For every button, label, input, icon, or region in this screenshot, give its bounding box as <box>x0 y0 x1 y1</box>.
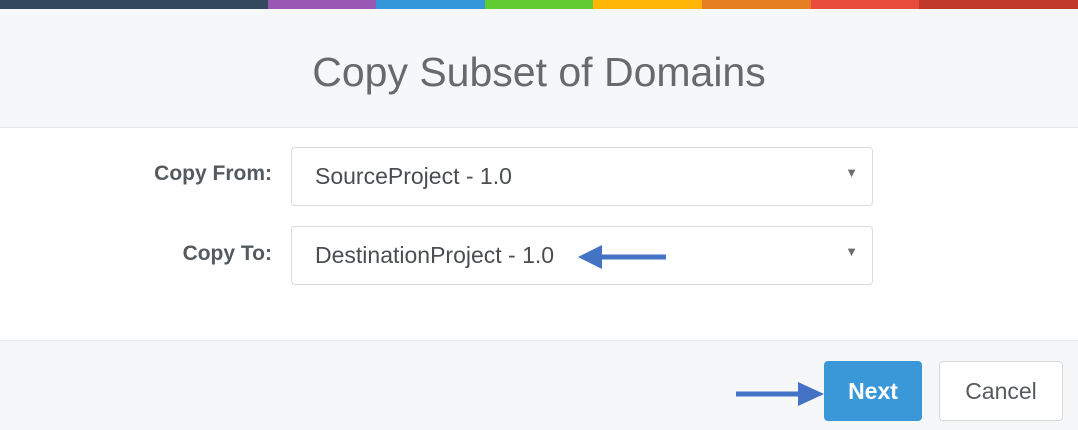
color-bar-segment <box>0 0 268 9</box>
color-bar-segment <box>593 0 702 9</box>
color-bar-segment <box>811 0 919 9</box>
color-bar-segment <box>919 0 1078 9</box>
color-bar-segment <box>485 0 593 9</box>
copy-from-label: Copy From: <box>154 162 272 185</box>
dialog-footer: Next Cancel <box>0 340 1078 430</box>
copy-from-select[interactable]: SourceProject - 1.0 ▼ <box>291 147 873 206</box>
annotation-arrow-left-icon <box>578 245 666 269</box>
next-button[interactable]: Next <box>824 361 922 421</box>
dialog-title: Copy Subset of Domains <box>312 49 766 95</box>
color-bar-segment <box>376 0 485 9</box>
top-color-bar <box>0 0 1078 9</box>
caret-down-icon: ▼ <box>845 165 858 180</box>
copy-to-label: Copy To: <box>182 242 272 265</box>
copy-from-value: SourceProject - 1.0 <box>315 163 512 189</box>
dialog-body: Copy From: SourceProject - 1.0 ▼ Copy To… <box>0 128 1078 340</box>
color-bar-segment <box>268 0 376 9</box>
color-bar-segment <box>702 0 811 9</box>
cancel-button[interactable]: Cancel <box>939 361 1063 421</box>
dialog-header: Copy Subset of Domains <box>0 9 1078 128</box>
caret-down-icon: ▼ <box>845 244 858 259</box>
copy-to-value: DestinationProject - 1.0 <box>315 242 555 268</box>
annotation-arrow-right-icon <box>736 382 824 406</box>
